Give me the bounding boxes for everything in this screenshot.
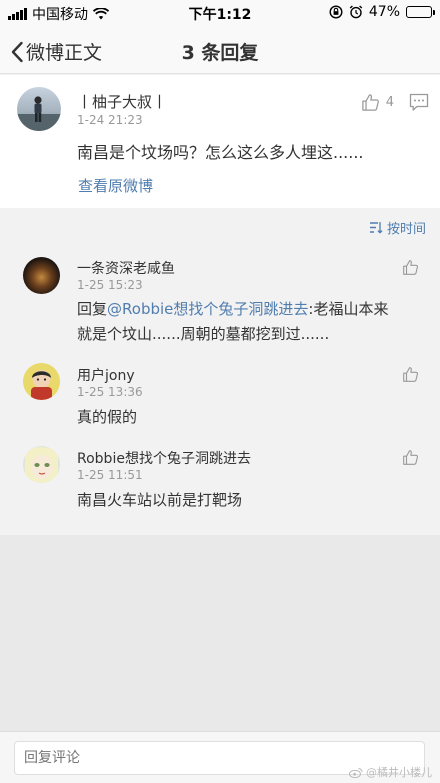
comment-time: 1-25 11:51	[77, 468, 143, 482]
rotation-lock-icon	[329, 5, 343, 19]
view-original-link[interactable]: 查看原微博	[78, 175, 153, 196]
post-like-button[interactable]: 4	[361, 93, 394, 112]
comment-time: 1-25 15:23	[77, 278, 143, 292]
comment-text: 真的假的	[77, 408, 138, 426]
battery-icon	[406, 6, 435, 18]
thumbs-up-icon[interactable]	[402, 259, 419, 276]
cartoon-avatar-icon	[31, 370, 52, 400]
comment-text: 南昌火车站以前是打靶场	[77, 491, 243, 509]
list-item: 用户jony 1-25 13:36 真的假的	[0, 353, 440, 437]
comment-text: 回复@Robbie想找个兔子洞跳进去:老福山本来 就是个坟山......周朝的墓…	[77, 297, 422, 347]
weibo-logo-icon	[349, 767, 363, 778]
avatar[interactable]	[23, 363, 60, 400]
cartoon-avatar-icon	[25, 447, 58, 483]
alarm-icon	[349, 5, 363, 19]
original-comment-card: 丨柚子大叔丨 1-24 21:23 4 南昌是个坟场吗？怎么这么多人埋这....…	[0, 75, 440, 208]
thumbs-up-icon[interactable]	[402, 449, 419, 466]
list-item: Robbie想找个兔子洞跳进去 1-25 11:51 南昌火车站以前是打靶场	[0, 436, 440, 535]
mention-link[interactable]: @Robbie想找个兔子洞跳进去	[107, 300, 308, 318]
sort-icon	[369, 222, 383, 234]
sort-row: 按时间	[0, 208, 440, 245]
reply-bar: @橘井小楼儿	[0, 731, 440, 783]
post-time: 1-24 21:23	[77, 113, 143, 127]
post-author[interactable]: 丨柚子大叔丨	[77, 91, 167, 112]
avatar[interactable]	[17, 87, 61, 131]
comment-text-line1: :老福山本来	[308, 300, 389, 318]
list-item: 一条资深老咸鱼 1-25 15:23 回复@Robbie想找个兔子洞跳进去:老福…	[0, 245, 440, 354]
empty-area	[0, 535, 440, 731]
watermark-text: @橘井小楼儿	[366, 766, 432, 779]
comment-author[interactable]: 一条资深老咸鱼	[77, 258, 175, 278]
thumbs-up-icon	[362, 94, 379, 111]
person-photo-icon	[17, 96, 61, 131]
status-bar: 中国移动 下午1:12 47%	[0, 0, 440, 26]
post-text: 南昌是个坟场吗？怎么这么多人埋这......	[77, 143, 364, 162]
sort-by-time-button[interactable]: 按时间	[369, 218, 426, 237]
avatar[interactable]	[23, 257, 60, 294]
comment-icon[interactable]	[409, 93, 429, 112]
post-like-count: 4	[385, 95, 394, 110]
sort-label: 按时间	[386, 222, 426, 237]
status-right: 47%	[329, 4, 435, 20]
comment-author[interactable]: 用户jony	[77, 365, 135, 385]
comment-time: 1-25 13:36	[77, 385, 143, 399]
comment-text-line2: 就是个坟山......周朝的墓都挖到过......	[77, 325, 330, 343]
page-title: 3 条回复	[181, 42, 259, 64]
battery-percent: 47%	[368, 4, 400, 20]
navigation-bar: 微博正文 3 条回复	[0, 26, 440, 74]
comment-author[interactable]: Robbie想找个兔子洞跳进去	[77, 448, 251, 468]
thumbs-up-icon[interactable]	[402, 366, 419, 383]
avatar[interactable]	[23, 446, 60, 483]
watermark: @橘井小楼儿	[349, 764, 432, 780]
reply-prefix: 回复	[77, 300, 108, 318]
